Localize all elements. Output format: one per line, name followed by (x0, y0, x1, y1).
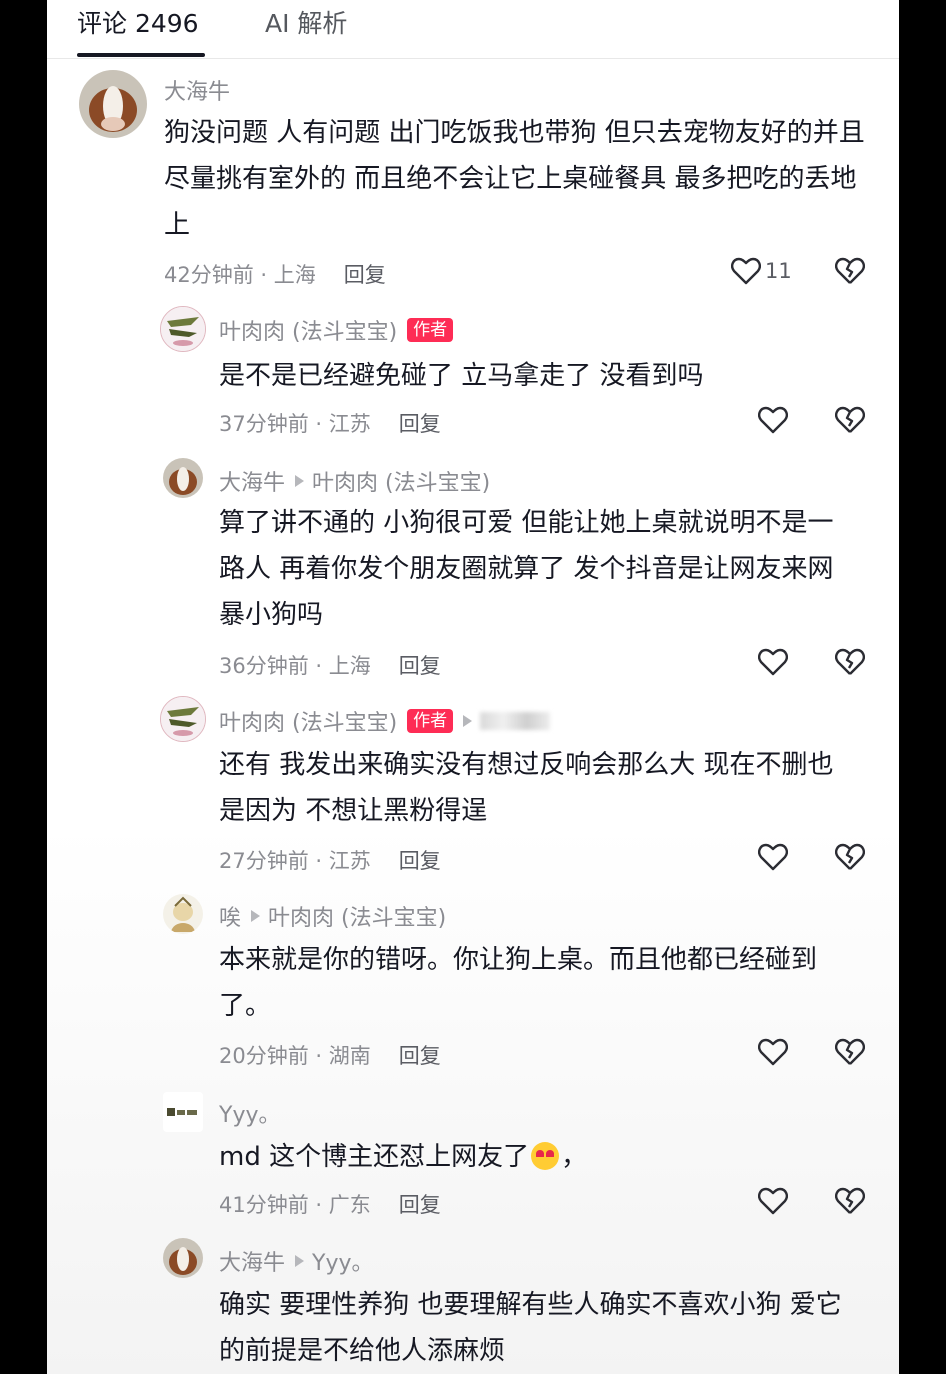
reply-text: 是不是已经避免碰了 立马拿走了 没看到吗 (219, 361, 704, 391)
like-icon[interactable] (731, 257, 761, 289)
like-icon[interactable] (758, 648, 788, 680)
reply-to-user[interactable]: 叶肉肉 (法斗宝宝) (312, 471, 490, 496)
comment-meta: 41分钟前 · 广东 回复 (219, 1189, 441, 1219)
reply-username[interactable]: Yyy。 (219, 1097, 280, 1129)
reply-text: md 这个博主还怼上网友了 ， (219, 1134, 859, 1180)
comment-panel: 评论 2496 AI 解析 大海牛 狗没问题 人有问题 出门吃饭我也带狗 但只去… (47, 0, 899, 1374)
dislike-icon[interactable] (835, 257, 865, 289)
comment-tabs: 评论 2496 AI 解析 (47, 0, 899, 59)
comment-username[interactable]: 大海牛 (164, 74, 230, 106)
comment-time-location: 41分钟前 · 广东 (219, 1193, 371, 1217)
avatar[interactable] (163, 1238, 203, 1278)
comment-time-location: 36分钟前 · 上海 (219, 654, 371, 678)
reply-button[interactable]: 回复 (399, 412, 441, 436)
avatar[interactable] (160, 696, 206, 742)
reply-arrow-icon (295, 475, 305, 487)
avatar[interactable] (163, 894, 203, 934)
avatar[interactable] (163, 458, 203, 498)
like-icon[interactable] (758, 1187, 788, 1219)
like-count: 11 (765, 259, 792, 283)
reply-arrow-icon (463, 715, 473, 727)
reply-text-tail: ， (561, 1142, 588, 1172)
heart-eyes-emoji-icon (531, 1142, 560, 1170)
reply-username[interactable]: 大海牛 Yyy。 (219, 1245, 374, 1277)
like-icon[interactable] (758, 406, 788, 438)
comment-time-location: 37分钟前 · 江苏 (219, 412, 371, 436)
reply-text: 还有 我发出来确实没有想过反响会那么大 现在不删也是因为 不想让黑粉得逞 (219, 750, 834, 826)
comment-meta: 36分钟前 · 上海 回复 (219, 650, 441, 680)
comment-time-location: 20分钟前 · 湖南 (219, 1044, 371, 1068)
comment-meta: 42分钟前 · 上海 回复 (164, 259, 386, 289)
reply-text-main: md 这个博主还怼上网友了 (219, 1142, 530, 1172)
comment-meta: 20分钟前 · 湖南 回复 (219, 1040, 441, 1070)
reply-text: 算了讲不通的 小狗很可爱 但能让她上桌就说明不是一路人 再着你发个朋友圈就算了 … (219, 508, 834, 630)
reply-button[interactable]: 回复 (399, 654, 441, 678)
comment-time-location: 42分钟前 · 上海 (164, 263, 316, 287)
active-tab-indicator (77, 53, 205, 57)
blurred-username (480, 712, 551, 730)
author-badge: 作者 (407, 709, 454, 733)
reply-to-user[interactable]: 叶肉肉 (法斗宝宝) (268, 906, 446, 931)
dislike-icon[interactable] (835, 648, 865, 680)
tab-ai-analysis[interactable]: AI 解析 (265, 4, 347, 40)
reply-arrow-icon (251, 910, 261, 922)
like-icon[interactable] (758, 843, 788, 875)
comment-text: 狗没问题 人有问题 出门吃饭我也带狗 但只去宠物友好的并且尽量挑有室外的 而且绝… (164, 118, 865, 240)
reply-button[interactable]: 回复 (399, 849, 441, 873)
dislike-icon[interactable] (835, 843, 865, 875)
avatar[interactable] (79, 70, 147, 138)
reply-username[interactable]: 叶肉肉 (法斗宝宝) 作者 (219, 705, 551, 737)
comment-meta: 37分钟前 · 江苏 回复 (219, 408, 441, 438)
reply-username[interactable]: 唉叶肉肉 (法斗宝宝) (219, 900, 446, 932)
reply-button[interactable]: 回复 (344, 263, 386, 287)
reply-arrow-icon (295, 1255, 305, 1267)
dislike-icon[interactable] (835, 406, 865, 438)
reply-username[interactable]: 大海牛 叶肉肉 (法斗宝宝) (219, 465, 490, 497)
comment-meta: 27分钟前 · 江苏 回复 (219, 845, 441, 875)
reply-to-user[interactable]: Yyy。 (312, 1251, 373, 1276)
avatar[interactable] (160, 306, 206, 352)
reply-button[interactable]: 回复 (399, 1193, 441, 1217)
like-icon[interactable] (758, 1038, 788, 1070)
reply-text: 本来就是你的错呀。你让狗上桌。而且他都已经碰到了。 (219, 945, 818, 1021)
avatar[interactable] (163, 1092, 203, 1132)
dislike-icon[interactable] (835, 1038, 865, 1070)
reply-button[interactable]: 回复 (399, 1044, 441, 1068)
dislike-icon[interactable] (835, 1187, 865, 1219)
author-badge: 作者 (407, 318, 454, 342)
reply-username[interactable]: 叶肉肉 (法斗宝宝) 作者 (219, 314, 454, 346)
reply-text: 确实 要理性养狗 也要理解有些人确实不喜欢小狗 爱它的前提是不给他人添麻烦 (219, 1290, 842, 1366)
tab-comments[interactable]: 评论 2496 (77, 4, 199, 40)
comment-time-location: 27分钟前 · 江苏 (219, 849, 371, 873)
